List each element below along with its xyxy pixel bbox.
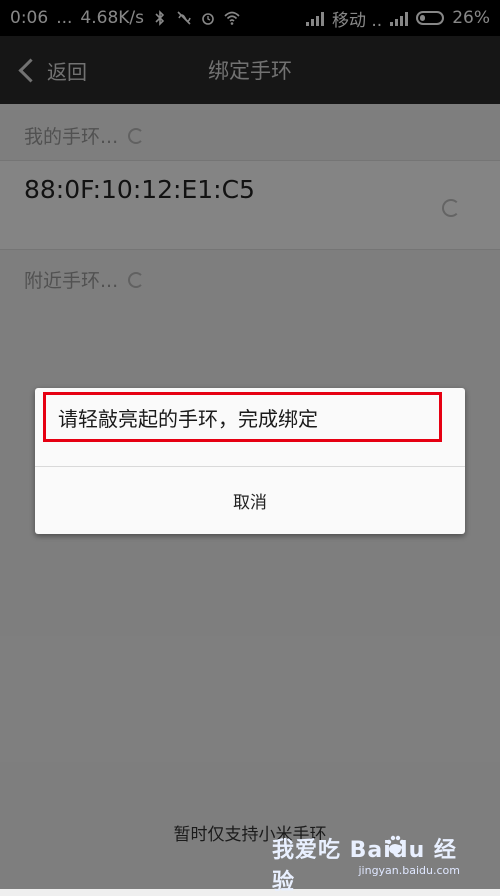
cancel-label: 取消 — [233, 493, 267, 513]
bind-dialog: 请轻敲亮起的手环，完成绑定 取消 — [35, 388, 465, 534]
dialog-message-text: 请轻敲亮起的手环，完成绑定 — [58, 406, 318, 431]
dialog-message: 请轻敲亮起的手环，完成绑定 — [43, 392, 442, 442]
baidu-watermark: 我爱吃 Baidu 经验 jingyan.baidu.com — [272, 820, 492, 895]
watermark-domain: jingyan.baidu.com — [358, 864, 460, 877]
cancel-button[interactable]: 取消 — [35, 467, 465, 534]
